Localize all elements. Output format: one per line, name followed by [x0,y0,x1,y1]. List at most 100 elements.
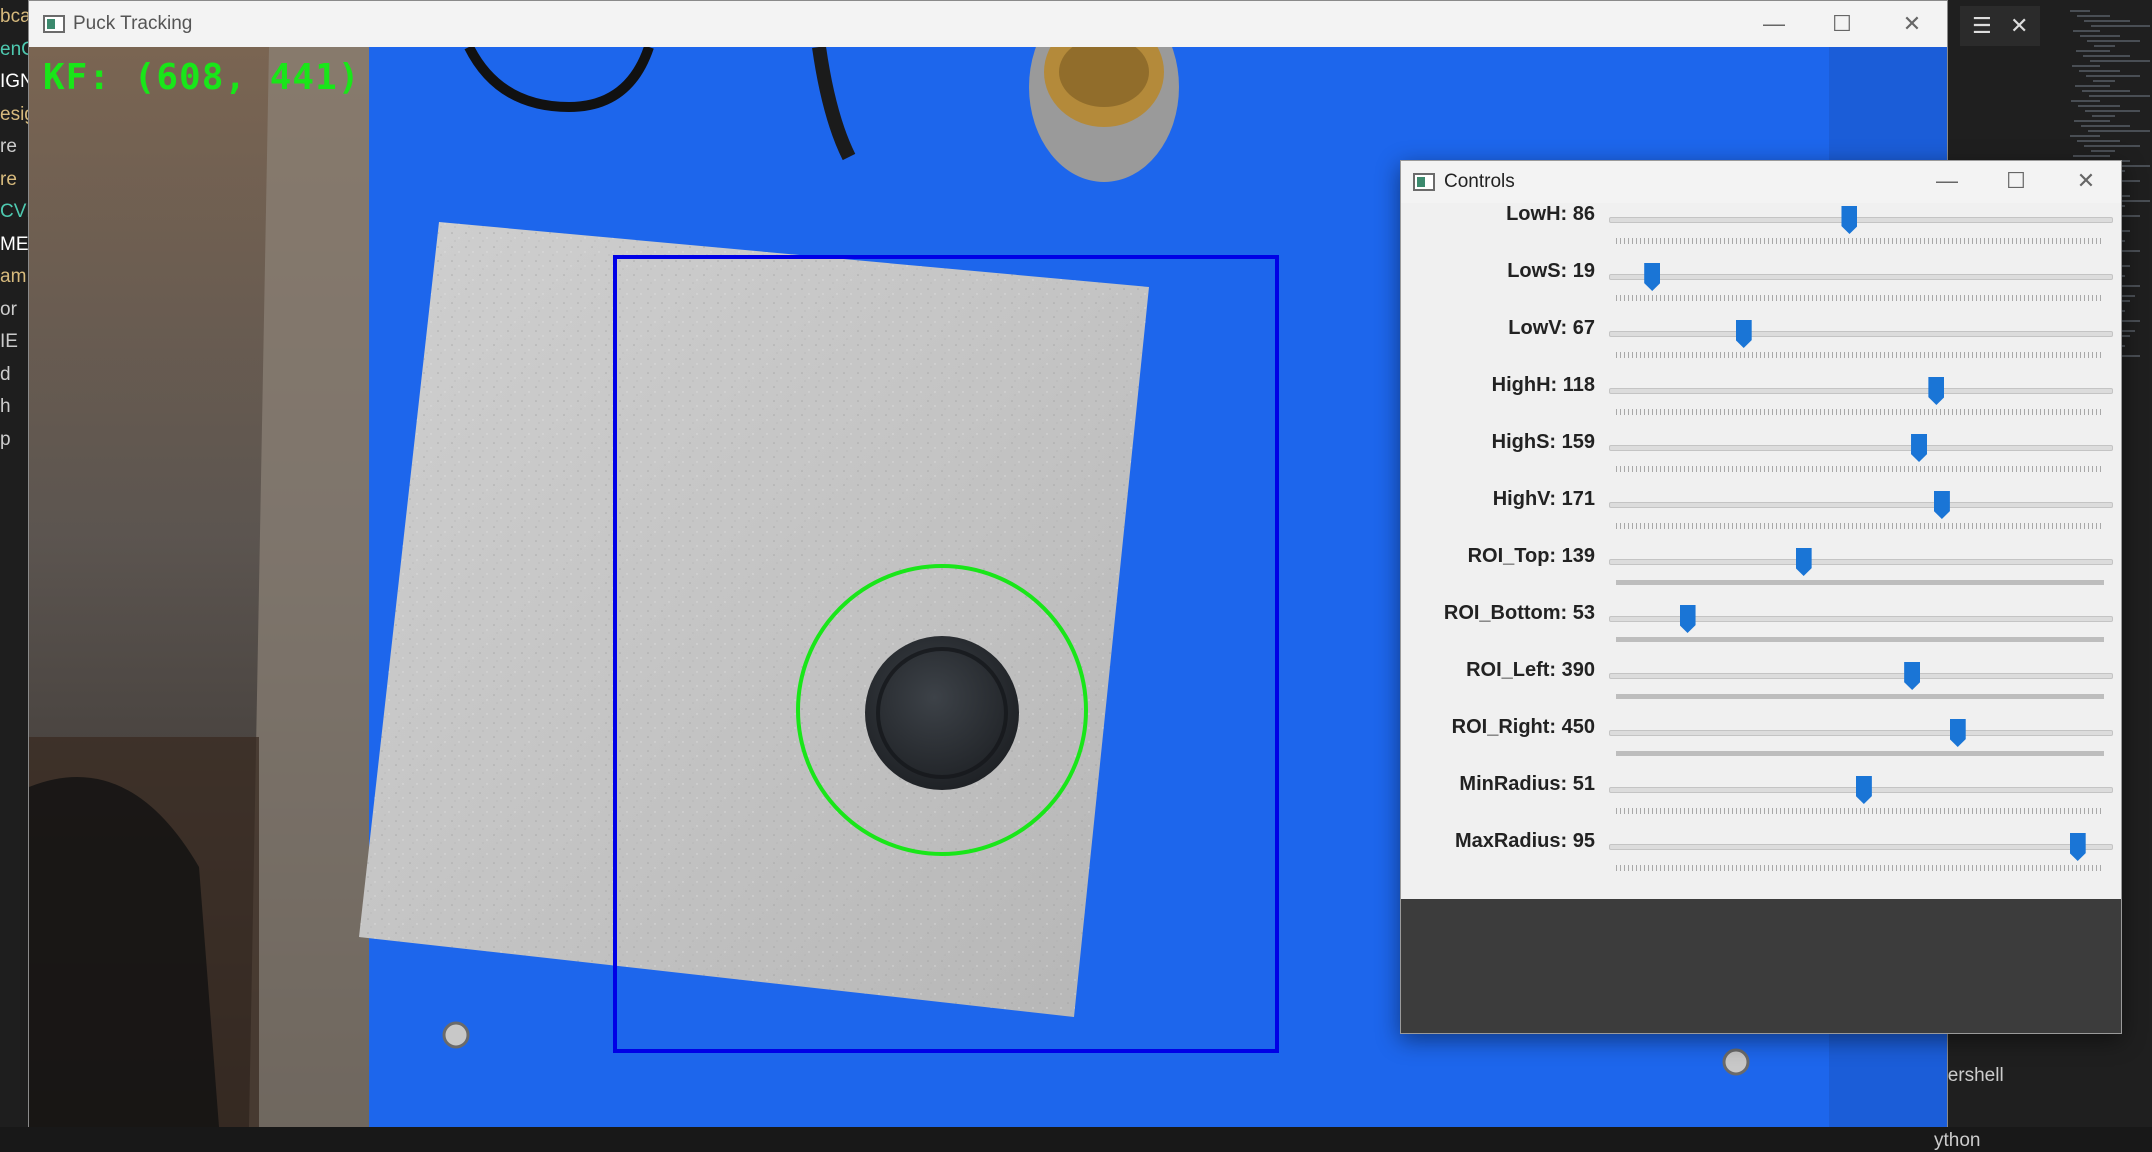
trackbar-track[interactable] [1609,559,2113,565]
minimap-line [2090,60,2150,62]
minimap-line [2082,90,2130,92]
trackbar-ticks [1616,637,2104,642]
minimap-line [2094,45,2115,47]
minimap-line [2085,110,2140,112]
trackbar-panel: LowH: 86 LowS: 19 LowV: 67 HighH: 118 HighS:… [1401,203,2121,899]
screw [1722,1048,1750,1076]
trackbar-label: LowH: 86 [1506,203,1595,225]
trackbar-label: ROI_Left: 390 [1466,659,1595,681]
trackbar-ticks [1616,694,2104,699]
editor-code-fragment: re [0,136,17,157]
trackbar-label: ROI_Bottom: 53 [1443,602,1595,624]
trackbar-track[interactable] [1609,730,2113,736]
trackbar-highh: HighH: 118 [1401,374,2121,431]
editor-code-fragment: d [0,363,11,385]
trackbar-lows: LowS: 19 [1401,260,2121,317]
title-bar[interactable]: Controls — ☐ ✕ [1401,161,2121,203]
trackbar-minradius: MinRadius: 51 [1401,773,2121,830]
close-button[interactable]: ✕ [1889,4,1935,44]
trackbar-track[interactable] [1609,673,2113,679]
trackbar-thumb[interactable] [1841,206,1858,234]
trackbar-lowv: LowV: 67 [1401,317,2121,374]
minimap-line [2093,80,2115,82]
minimap-line [2076,50,2110,52]
trackbar-track[interactable] [1609,217,2113,223]
trackbar-thumb[interactable] [2069,833,2086,861]
trackbar-track[interactable] [1609,331,2113,337]
trackbar-track[interactable] [1609,445,2113,451]
trackbar-thumb[interactable] [1735,320,1752,348]
menu-icon[interactable]: ☰ [1972,13,1992,39]
minimap-line [2080,35,2120,37]
trackbar-label: ROI_Right: 450 [1451,716,1595,738]
minimap-line [2083,55,2130,57]
trackbar-thumb[interactable] [1855,776,1872,804]
editor-code-fragment: enC [0,38,30,60]
maximize-button[interactable]: ☐ [1819,4,1865,44]
trackbar-roi-right: ROI_Right: 450 [1401,716,2121,773]
editor-code-fragment: h [0,396,11,417]
close-icon[interactable]: ✕ [2010,13,2028,39]
app-window-icon [43,15,65,33]
editor-code-fragment: re [0,168,17,190]
trackbar-label: LowS: 19 [1507,260,1595,282]
minimize-button[interactable]: — [1751,4,1797,44]
minimap-line [2070,10,2090,12]
trackbar-ticks [1616,580,2104,585]
trackbar-thumb[interactable] [1911,434,1928,462]
trackbar-thumb[interactable] [1949,719,1966,747]
trackbar-highv: HighV: 171 [1401,488,2121,545]
trackbar-track[interactable] [1609,844,2113,850]
kalman-filter-readout: KF: (608, 441) [43,57,361,98]
trackbar-label: MaxRadius: 95 [1454,830,1595,852]
trackbar-label: ROI_Top: 139 [1467,545,1595,567]
editor-code-fragment: am. [0,266,30,287]
editor-code-fragment: bca [0,6,30,27]
title-bar[interactable]: Puck Tracking — ☐ ✕ [29,1,1947,47]
trackbar-thumb[interactable] [1795,548,1812,576]
minimap-line [2084,145,2140,147]
trackbar-ticks [1616,352,2104,358]
trackbar-label: LowV: 67 [1508,317,1595,339]
trackbar-ticks [1616,466,2104,472]
minimap-line [2086,75,2140,77]
trackbar-thumb[interactable] [1644,263,1661,291]
trackbar-lowh: LowH: 86 [1401,203,2121,260]
trackbar-track[interactable] [1609,388,2113,394]
trackbar-roi-bottom: ROI_Bottom: 53 [1401,602,2121,659]
controls-window: Controls — ☐ ✕ LowH: 86 LowS: 19 LowV: 67 H… [1400,160,2122,1034]
terminal-panel [0,1127,2152,1152]
trackbar-ticks [1616,523,2104,529]
editor-code-fragment: IGN [0,71,30,92]
editor-code-fragment: esig [0,103,30,125]
trackbar-thumb[interactable] [1933,491,1950,519]
empty-image-area [1401,899,2121,1033]
minimize-button[interactable]: — [1924,161,1970,201]
minimap-line [2091,150,2115,152]
minimap-line [2071,100,2100,102]
minimap-line [2075,85,2110,87]
puck [865,636,1019,790]
trackbar-track[interactable] [1609,502,2113,508]
trackbar-ticks [1616,808,2104,814]
minimap-line [2077,15,2110,17]
minimap-line [2072,65,2100,67]
editor-code-fragment: ME [0,233,29,255]
minimap-line [2077,140,2120,142]
trackbar-label: HighS: 159 [1491,431,1595,453]
trackbar-thumb[interactable] [1679,605,1696,633]
minimap-line [2073,155,2110,157]
window-title: Puck Tracking [73,13,193,34]
editor-code-fragment: IE [0,331,18,352]
trackbar-thumb[interactable] [1928,377,1945,405]
close-button[interactable]: ✕ [2063,161,2109,201]
minimap-line [2079,70,2120,72]
trackbar-label: MinRadius: 51 [1459,773,1595,795]
maximize-button[interactable]: ☐ [1993,161,2039,201]
trackbar-track[interactable] [1609,274,2113,280]
minimap-line [2092,115,2115,117]
trackbar-roi-left: ROI_Left: 390 [1401,659,2121,716]
trackbar-thumb[interactable] [1904,662,1921,690]
terminal-item[interactable]: ython [1934,1130,1980,1152]
trackbar-roi-top: ROI_Top: 139 [1401,545,2121,602]
